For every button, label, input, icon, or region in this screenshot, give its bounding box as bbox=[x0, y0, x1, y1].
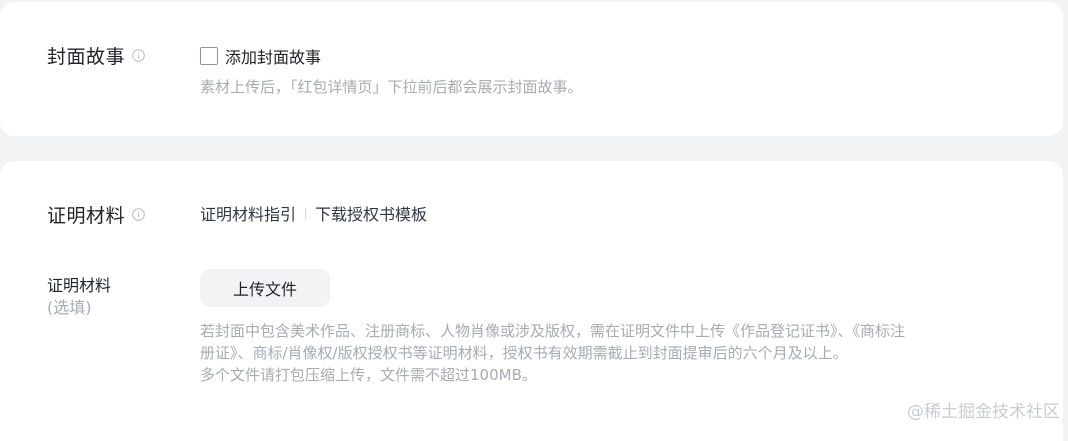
link-divider bbox=[305, 207, 307, 219]
proof-card bbox=[0, 161, 1063, 441]
proof-title-row: 证明材料 bbox=[47, 201, 145, 228]
info-circle-icon[interactable] bbox=[132, 49, 145, 62]
cover-story-hint: 素材上传后，「红包详情页」下拉前后都会展示封面故事。 bbox=[200, 78, 583, 96]
info-circle-icon[interactable] bbox=[132, 208, 145, 221]
proof-links: 证明材料指引 下载授权书模板 bbox=[200, 201, 427, 225]
field-optional-text: (选填) bbox=[47, 298, 92, 317]
download-template-link[interactable]: 下载授权书模板 bbox=[315, 201, 427, 225]
proof-field-label: 证明材料 (选填) bbox=[47, 275, 111, 319]
proof-hint-line: 若封面中包含美术作品、注册商标、人物肖像或涉及版权，需在证明文件中上传《作品登记… bbox=[200, 322, 906, 340]
watermark: @稀土掘金技术社区 bbox=[907, 402, 1060, 422]
checkbox-box[interactable] bbox=[200, 47, 218, 65]
cover-story-title: 封面故事 bbox=[47, 46, 126, 68]
cover-story-title-row: 封面故事 bbox=[47, 42, 145, 69]
proof-hint: 若封面中包含美术作品、注册商标、人物肖像或涉及版权，需在证明文件中上传《作品登记… bbox=[200, 320, 1020, 386]
proof-guide-link[interactable]: 证明材料指引 bbox=[200, 201, 296, 225]
checkbox-label[interactable]: 添加封面故事 bbox=[225, 44, 321, 68]
field-label-text: 证明材料 bbox=[47, 276, 112, 295]
proof-hint-line: 册证》、商标/肖像权/版权授权书等证明材料，授权书有效期需截止到封面提审后的六个… bbox=[200, 344, 848, 362]
cover-story-card bbox=[0, 2, 1063, 136]
upload-file-button[interactable]: 上传文件 bbox=[200, 269, 330, 307]
add-cover-story-checkbox[interactable]: 添加封面故事 bbox=[200, 44, 321, 68]
proof-hint-line: 多个文件请打包压缩上传，文件需不超过100MB。 bbox=[200, 366, 537, 384]
proof-title: 证明材料 bbox=[47, 205, 126, 227]
